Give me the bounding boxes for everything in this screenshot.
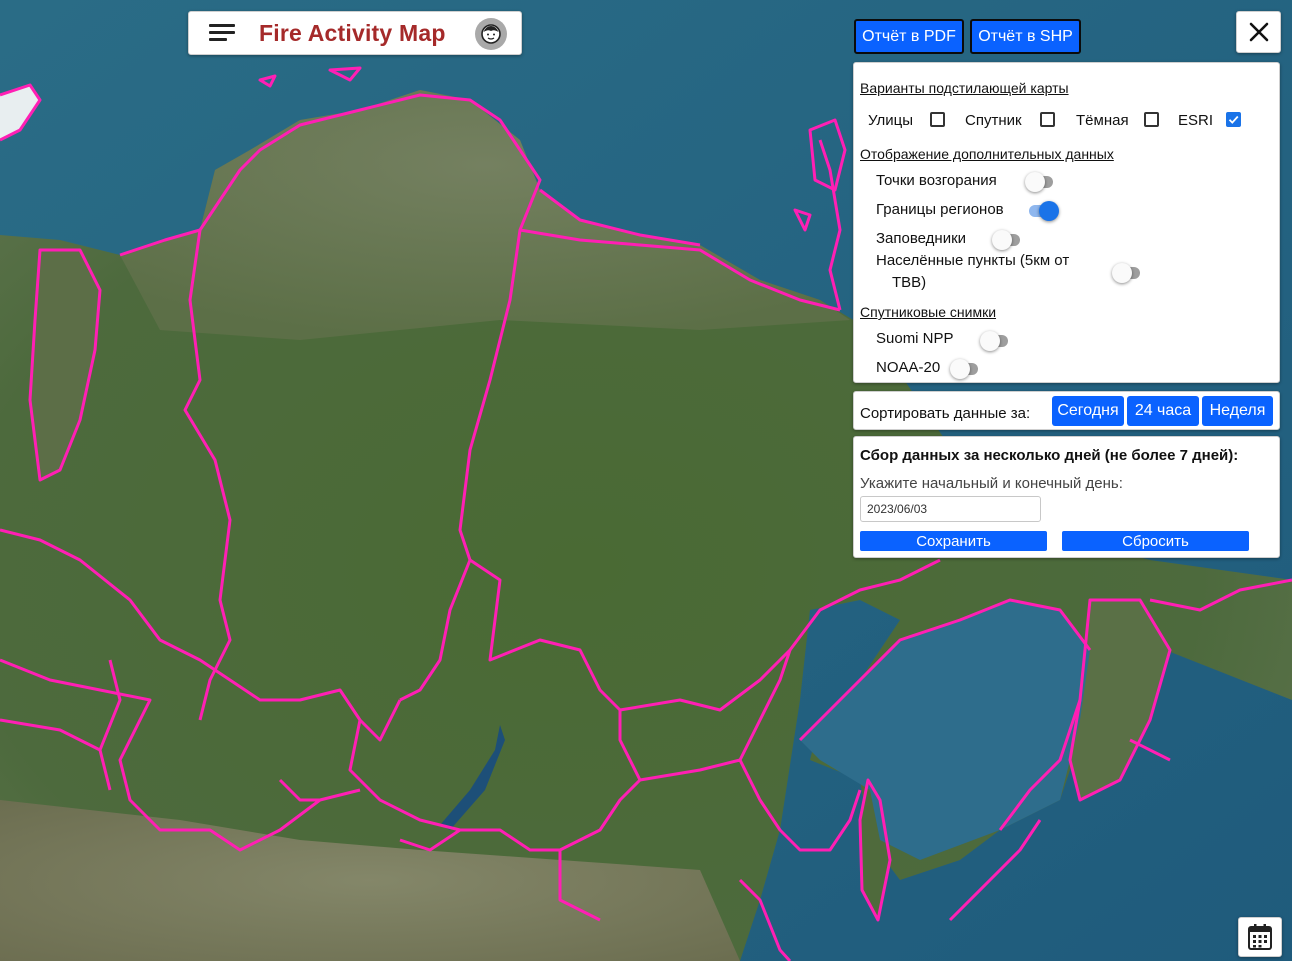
region-borders-toggle[interactable] xyxy=(1025,201,1059,221)
fire-points-toggle[interactable] xyxy=(1025,172,1053,192)
basemap-option-label: ESRI xyxy=(1178,112,1214,129)
basemap-esri-checkbox[interactable] xyxy=(1226,112,1241,127)
date-range-input[interactable]: 2023/06/03 xyxy=(860,496,1041,522)
extra-data-section-title: Отображение дополнительных данных xyxy=(860,146,1114,162)
close-icon xyxy=(1249,22,1268,42)
noaa-20-label: NOAA-20 xyxy=(876,359,941,376)
reset-button[interactable]: Сбросить xyxy=(1062,531,1249,551)
close-button[interactable] xyxy=(1236,11,1281,53)
region-borders-label: Границы регионов xyxy=(876,201,1004,218)
suomi-npp-label: Suomi NPP xyxy=(876,330,954,347)
sort-panel: Сортировать данные за: Сегодня 24 часа Н… xyxy=(853,391,1280,430)
reserves-toggle[interactable] xyxy=(992,230,1020,250)
satellite-section-title: Спутниковые снимки xyxy=(860,304,997,320)
collect-panel: Сбор данных за несколько дней (не более … xyxy=(853,436,1280,558)
fire-points-label: Точки возгорания xyxy=(876,172,997,189)
sort-today-button[interactable]: Сегодня xyxy=(1052,396,1124,426)
collect-hint: Укажите начальный и конечный день: xyxy=(860,475,1123,492)
settlements-label-line2: ТВВ) xyxy=(892,274,927,291)
sort-24h-button[interactable]: 24 часа xyxy=(1127,396,1199,426)
basemap-option-label: Улицы xyxy=(868,112,914,129)
settlements-label: Населённые пункты (5км от xyxy=(876,252,1070,269)
save-button[interactable]: Сохранить xyxy=(860,531,1047,551)
calendar-icon xyxy=(1248,924,1272,950)
basemap-streets-checkbox[interactable] xyxy=(930,112,945,127)
calendar-button[interactable] xyxy=(1238,917,1282,957)
header-card: Fire Activity Map xyxy=(188,11,522,55)
user-face-icon[interactable] xyxy=(475,18,507,50)
collect-title: Сбор данных за несколько дней (не более … xyxy=(860,447,1239,464)
basemap-option-label: Спутник xyxy=(965,112,1022,129)
reserves-label: Заповедники xyxy=(876,230,967,247)
basemap-section-title: Варианты подстилающей карты xyxy=(860,80,1069,96)
settlements-toggle[interactable] xyxy=(1112,263,1140,283)
suomi-npp-toggle[interactable] xyxy=(980,331,1008,351)
report-pdf-button[interactable]: Отчёт в PDF xyxy=(854,19,964,54)
hamburger-menu-icon[interactable] xyxy=(209,23,235,43)
basemap-option-label: Тёмная xyxy=(1076,112,1129,129)
sort-label: Сортировать данные за: xyxy=(860,405,1031,422)
checkmark-icon xyxy=(1228,115,1239,124)
basemap-dark-checkbox[interactable] xyxy=(1144,112,1159,127)
noaa-20-toggle[interactable] xyxy=(950,359,978,379)
sort-week-button[interactable]: Неделя xyxy=(1202,396,1273,426)
basemap-satellite-checkbox[interactable] xyxy=(1040,112,1055,127)
report-shp-button[interactable]: Отчёт в SHP xyxy=(970,19,1081,54)
layers-panel: Варианты подстилающей карты Улицы Спутни… xyxy=(853,62,1280,383)
app-title: Fire Activity Map xyxy=(259,19,446,46)
